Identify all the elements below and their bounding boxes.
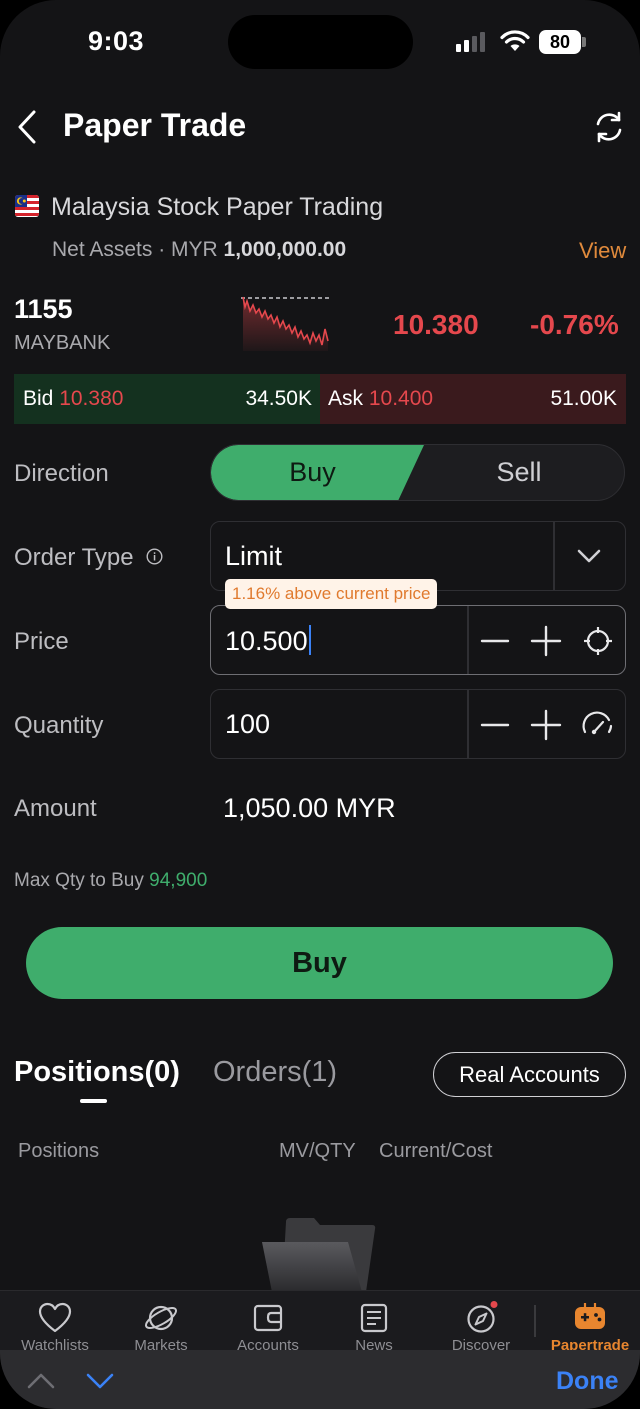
refresh-icon[interactable] <box>592 110 626 144</box>
net-assets: Net Assets · MYR 1,000,000.00 <box>52 238 346 262</box>
price-hint-tooltip: 1.16% above current price <box>225 579 438 609</box>
gamepad-icon <box>575 1303 605 1329</box>
ticker-name: MAYBANK <box>14 332 111 354</box>
order-type-label: Order Type <box>14 544 134 572</box>
order-type-label-text: Order Type <box>14 544 134 571</box>
column-current-cost: Current/Cost <box>379 1140 493 1162</box>
price-input[interactable]: 10.500 <box>210 605 626 675</box>
bid-price: 10.380 <box>59 387 124 410</box>
amount-label: Amount <box>14 795 97 822</box>
bid-side: Bid 10.380 34.50K <box>14 374 320 424</box>
last-price: 10.380 <box>393 309 479 340</box>
real-accounts-button[interactable]: Real Accounts <box>433 1052 626 1097</box>
buy-button[interactable]: Buy <box>26 927 613 999</box>
done-button[interactable]: Done <box>556 1367 619 1396</box>
info-icon[interactable] <box>146 548 163 565</box>
net-assets-value: 1,000,000.00 <box>223 238 347 261</box>
price-divider <box>467 606 469 674</box>
crosshair-icon[interactable] <box>581 624 615 658</box>
wallet-icon <box>253 1304 283 1332</box>
order-type-divider <box>553 522 555 590</box>
chevron-down-icon[interactable] <box>85 1369 115 1393</box>
ask-quote: Ask 10.400 <box>328 387 433 411</box>
direction-toggle: Buy Sell <box>210 444 625 501</box>
phone-screen: 9:03 80 Paper Trade Malaysia Stock Paper… <box>0 0 640 1409</box>
battery-tip <box>582 37 586 47</box>
compass-icon <box>467 1301 498 1333</box>
chevron-down-icon[interactable] <box>576 545 602 567</box>
bid-ask-bar: Bid 10.380 34.50K Ask 10.400 51.00K <box>14 374 626 424</box>
wifi-icon <box>500 30 530 51</box>
status-time: 9:03 <box>88 26 145 56</box>
gauge-icon[interactable] <box>581 708 615 742</box>
max-qty-label: Max Qty to Buy <box>14 870 144 891</box>
planet-icon <box>144 1305 178 1331</box>
battery-icon: 80 <box>539 30 581 54</box>
back-arrow-icon[interactable] <box>14 109 40 145</box>
page-title: Paper Trade <box>63 107 247 143</box>
ticker-code: 1155 <box>14 294 73 324</box>
bid-label: Bid <box>23 387 54 410</box>
ask-label: Ask <box>328 387 364 410</box>
quantity-plus-icon[interactable] <box>529 708 563 742</box>
order-type-value: Limit <box>225 541 283 571</box>
max-qty-value: 94,900 <box>149 870 208 891</box>
bid-volume: 34.50K <box>245 387 312 410</box>
net-assets-label: Net Assets · MYR <box>52 238 218 261</box>
ask-price: 10.400 <box>368 387 434 410</box>
cellular-signal-icon <box>456 32 485 52</box>
text-caret <box>308 625 311 655</box>
tab-positions[interactable]: Positions(0) <box>14 1056 180 1089</box>
malaysia-flag-icon <box>15 195 39 217</box>
column-positions: Positions <box>18 1140 100 1162</box>
quantity-value: 100 <box>225 709 271 739</box>
quantity-divider <box>467 690 469 758</box>
price-minus-icon[interactable] <box>478 624 512 658</box>
direction-sell-button[interactable]: Sell <box>414 445 624 500</box>
price-plus-icon[interactable] <box>529 624 563 658</box>
amount-value: 1,050.00 MYR <box>223 793 396 823</box>
change-percent: -0.76% <box>530 309 619 340</box>
price-value: 10.500 <box>225 626 308 656</box>
account-name: Malaysia Stock Paper Trading <box>51 193 384 221</box>
direction-label: Direction <box>14 460 109 487</box>
news-icon <box>360 1303 388 1333</box>
bid-quote: Bid 10.380 <box>23 387 123 411</box>
quantity-input[interactable]: 100 <box>210 689 626 759</box>
heart-icon <box>38 1302 72 1333</box>
intraday-sparkline <box>241 296 331 351</box>
dynamic-island <box>228 15 413 69</box>
ask-side: Ask 10.400 51.00K <box>320 374 626 424</box>
max-qty: Max Qty to Buy 94,900 <box>14 870 207 892</box>
column-mv-qty: MV/QTY <box>279 1140 356 1162</box>
quantity-minus-icon[interactable] <box>478 708 512 742</box>
nav-divider <box>534 1305 536 1337</box>
tab-orders[interactable]: Orders(1) <box>213 1056 337 1089</box>
price-label: Price <box>14 628 69 655</box>
direction-buy-button[interactable]: Buy <box>211 445 414 500</box>
quantity-label: Quantity <box>14 712 104 739</box>
bottom-nav: Watchlists Markets Accounts News Discove… <box>0 1290 640 1354</box>
tab-active-indicator <box>80 1099 107 1103</box>
ask-volume: 51.00K <box>550 387 617 410</box>
price-value-wrap: 10.500 <box>225 625 311 657</box>
view-link[interactable]: View <box>579 238 626 264</box>
chevron-up-icon[interactable] <box>26 1369 56 1393</box>
empty-folder-icon <box>262 1218 376 1292</box>
